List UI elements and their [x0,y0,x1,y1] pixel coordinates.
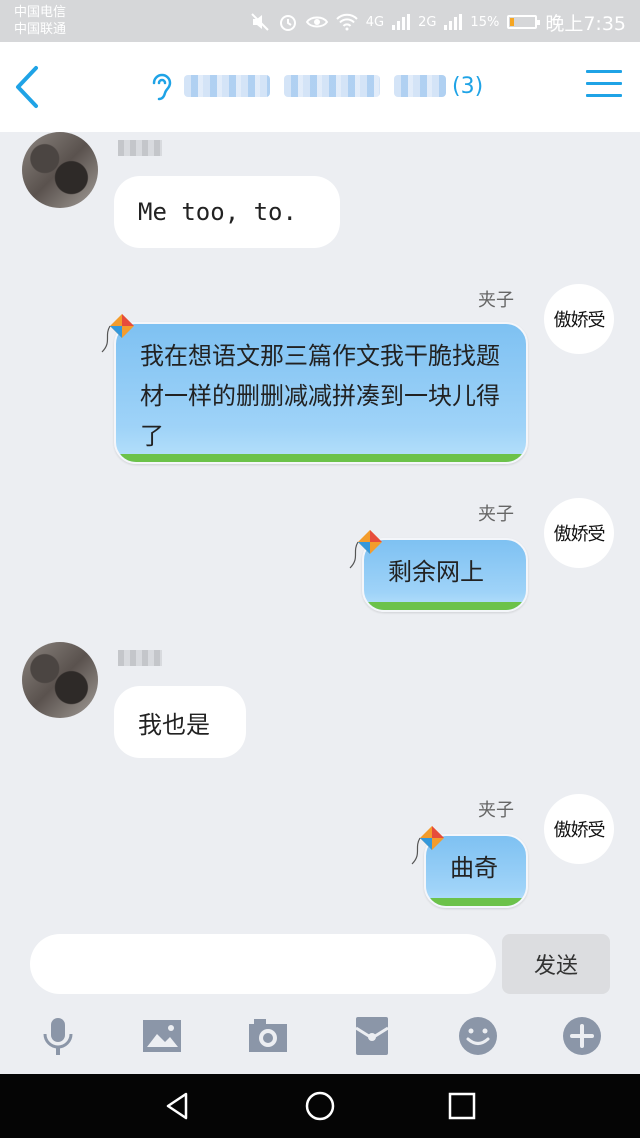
chat-title[interactable]: (3) [150,66,483,106]
chat-header: (3) [0,42,640,132]
network-2: 2G [418,14,437,30]
red-packet-icon[interactable] [350,1014,394,1058]
message-text: 曲奇 [450,854,498,882]
nav-recent-icon[interactable] [446,1090,478,1122]
message-bubble[interactable]: 剩余网上 [362,538,528,612]
alarm-icon [279,15,296,31]
message-bubble[interactable]: 我在想语文那三篇作文我干脆找题材一样的删删减减拼凑到一块儿得了 [114,322,528,464]
avatar-text: 傲娇受 [553,524,606,545]
contact-name-redacted [118,140,162,156]
carrier-labels: 中国电信 中国联通 [14,4,66,38]
bubble-grass [426,898,526,906]
battery-percent: 15% [470,14,500,30]
status-bar: 中国电信 中国联通 4G 2G 15% 晚上7:35 [0,0,640,42]
bubble-grass [116,454,526,462]
back-arrow-icon[interactable] [8,62,48,112]
signal-icon [444,14,463,30]
bubble-grass [364,602,526,610]
ear-icon[interactable] [150,71,172,101]
contact-name-redacted [118,650,162,666]
chat-toolbar [0,1004,640,1074]
message-bubble[interactable]: Me too, to. [114,176,340,248]
message-bubble[interactable]: 我也是 [114,686,246,758]
input-area: 发送 [0,928,640,998]
my-avatar[interactable]: 傲娇受 [544,498,614,568]
avatar-text: 傲娇受 [553,820,606,841]
sender-name: 夹子 [478,504,514,525]
menu-icon[interactable] [586,70,622,104]
plus-icon[interactable] [560,1014,604,1058]
status-icons: 4G 2G 15% 晚上7:35 [250,10,626,35]
sender-name: 夹子 [478,290,514,311]
carrier-2: 中国联通 [14,22,67,37]
kite-icon [101,314,134,353]
group-name-redacted [284,75,380,97]
my-avatar[interactable]: 傲娇受 [544,284,614,354]
emoji-icon[interactable] [456,1014,500,1058]
contact-avatar[interactable] [22,642,98,718]
message-text: Me too, to. [138,198,297,226]
image-icon[interactable] [140,1014,184,1058]
avatar-text: 傲娇受 [553,310,606,331]
system-nav-bar [0,1074,640,1138]
eye-icon [305,16,328,28]
message-input[interactable] [30,934,496,994]
member-count: (3) [452,73,484,99]
kite-icon [411,826,444,865]
send-button[interactable]: 发送 [502,934,610,994]
group-name-redacted [184,75,270,97]
microphone-icon[interactable] [36,1014,80,1058]
message-text: 我也是 [138,710,210,739]
message-text: 剩余网上 [388,558,484,586]
message-text: 我在想语文那三篇作文我干脆找题材一样的删删减减拼凑到一块儿得了 [140,342,500,450]
nav-home-icon[interactable] [304,1090,336,1122]
contact-avatar[interactable] [22,132,98,208]
carrier-1: 中国电信 [14,5,67,20]
camera-icon[interactable] [246,1014,290,1058]
wifi-icon [335,13,358,31]
my-avatar[interactable]: 傲娇受 [544,794,614,864]
sender-name: 夹子 [478,800,514,821]
battery-icon [507,15,541,29]
nav-back-icon[interactable] [162,1090,194,1122]
network-1: 4G [365,14,385,30]
mute-icon [250,13,269,31]
signal-icon [392,14,411,30]
clock: 晚上7:35 [545,12,626,35]
kite-icon [349,530,382,569]
group-name-redacted [394,75,446,97]
